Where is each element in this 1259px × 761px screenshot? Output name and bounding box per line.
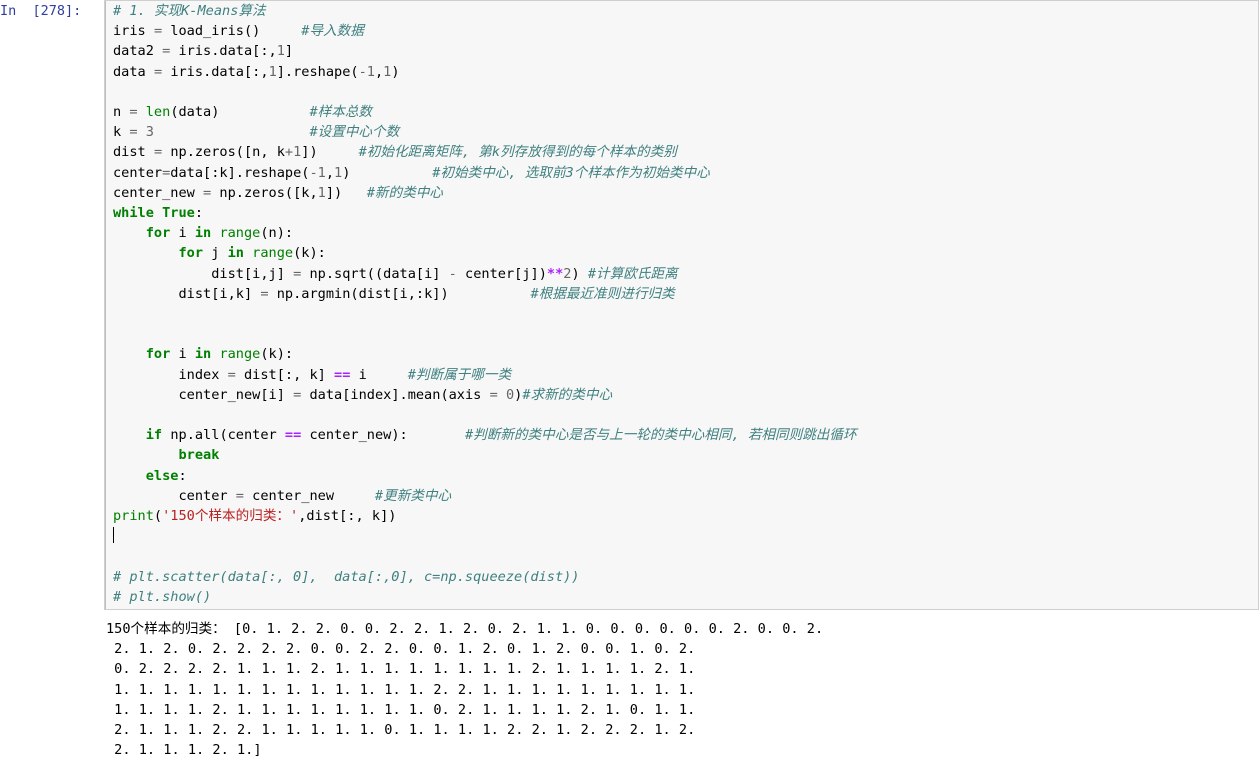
output-line-2: 2. 1. 2. 0. 2. 2. 2. 2. 0. 0. 2. 2. 0. 0… [106,639,1259,660]
code-line-28: # plt.scatter(data[:, 0], data[:,0], c=n… [113,568,580,585]
code-cell-input-row: In [278]: # 1. 实现K-Means算法 iris = load_i… [0,0,1259,611]
cell-wrapper: # 1. 实现K-Means算法 iris = load_iris() #导入数… [104,0,1259,611]
code-line-4: data = iris.data[:,1].reshape(-1,1) [113,63,400,80]
output-line-4: 1. 1. 1. 1. 1. 1. 1. 1. 1. 1. 1. 1. 1. 2… [106,679,1259,700]
code-line-24: else: [145,467,187,484]
code-line-7: k = 3 #设置中心个数 [113,124,400,141]
code-line-13: for j in range(k): [178,245,326,262]
code-line-2: iris = load_iris() #导入数据 [113,23,364,40]
code-line-26: print('150个样本的归类：',dist[:, k]) [113,508,397,525]
code-text[interactable]: # 1. 实现K-Means算法 iris = load_iris() #导入数… [113,1,1254,607]
output-line-5: 1. 1. 1. 1. 2. 1. 1. 1. 1. 1. 1. 1. 1. 0… [106,699,1259,721]
output-area: 150个样本的归类： [0. 1. 2. 2. 0. 0. 2. 2. 1. 2… [98,619,1259,761]
code-line-22: if np.all(center == center_new): #判断新的类中… [145,427,857,444]
code-line-20: center_new[i] = data[index].mean(axis = … [178,386,613,403]
code-editor[interactable]: # 1. 实现K-Means算法 iris = load_iris() #导入数… [104,0,1259,611]
output-line-6: 2. 1. 1. 1. 2. 2. 1. 1. 1. 1. 1. 0. 1. 1… [106,720,1259,741]
output-line-1: 150个样本的归类： [0. 1. 2. 2. 0. 0. 2. 2. 1. 2… [106,619,1259,640]
code-line-12: for i in range(n): [145,225,294,242]
code-line-10: center_new = np.zeros([k,1]) #新的类中心 [113,184,443,201]
code-line-29: # plt.show() [113,588,212,605]
output-line-7: 2. 1. 1. 1. 2. 1.] [106,740,1259,761]
code-line-18: for i in range(k): [145,346,294,363]
text-cursor [113,526,1254,546]
code-line-15: dist[i,k] = np.argmin(dist[i,:k]) #根据最近准… [178,285,675,302]
code-line-1: # 1. 实现K-Means算法 [113,3,266,19]
output-line-3: 0. 2. 2. 2. 2. 1. 1. 1. 2. 1. 1. 1. 1. 1… [106,659,1259,680]
code-line-25: center = center_new #更新类中心 [178,487,452,504]
code-line-8: dist = np.zeros([n, k+1]) #初始化距离矩阵, 第k列存… [113,144,677,161]
code-line-14: dist[i,j] = np.sqrt((data[i] - center[j]… [211,265,678,282]
code-line-3: data2 = iris.data[:,1] [113,43,294,60]
code-line-9: center=data[:k].reshape(-1,1) #初始类中心, 选取… [113,164,710,181]
cell-output-row: 150个样本的归类： [0. 1. 2. 2. 0. 0. 2. 2. 1. 2… [0,619,1259,761]
code-line-19: index = dist[:, k] == i #判断属于哪一类 [178,366,512,383]
execution-prompt[interactable]: In [278]: [0,0,104,21]
code-line-23: break [178,447,220,464]
jupyter-notebook: In [278]: # 1. 实现K-Means算法 iris = load_i… [0,0,1259,761]
code-line-6: n = len(data) #样本总数 [113,104,373,121]
code-line-11: while True: [113,205,204,222]
